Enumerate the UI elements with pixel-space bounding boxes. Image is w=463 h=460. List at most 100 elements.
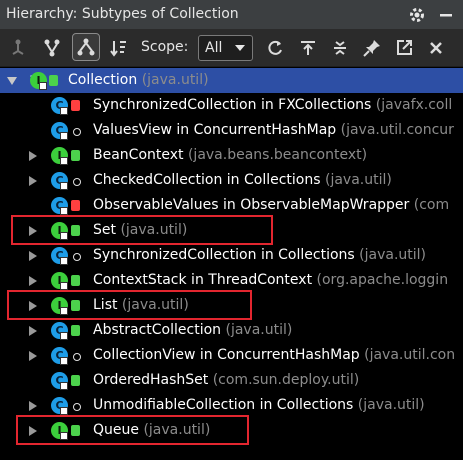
tree-row[interactable]: I List (java.util)	[0, 293, 463, 318]
package-private-icon	[73, 253, 81, 261]
package-name: (org.apache.loggin	[312, 272, 449, 288]
package-name: (com.sun.deploy.util)	[208, 372, 360, 388]
type-name: List	[93, 297, 118, 313]
class-icon: C	[51, 97, 68, 115]
tree-row-label: AbstractCollection (java.util)	[93, 318, 292, 343]
public-lock-icon	[49, 75, 58, 86]
package-name: (java.util.con	[359, 347, 456, 363]
type-name: CheckedCollection in Collections	[93, 172, 321, 188]
public-lock-icon	[71, 225, 80, 236]
package-name: (java.util)	[353, 397, 425, 413]
package-name: (javafx.coll	[371, 97, 453, 113]
public-lock-icon	[71, 150, 80, 161]
tree-row[interactable]: C SynchronizedCollection in FXCollections…	[0, 93, 463, 118]
private-lock-icon	[71, 100, 80, 111]
export-icon[interactable]	[298, 38, 318, 58]
sort-icon[interactable]	[109, 38, 129, 58]
type-name: BeanContext	[93, 147, 184, 163]
class-icon: C	[51, 397, 68, 415]
hierarchy-tree: *ICollection (java.util) C SynchronizedCol…	[0, 68, 463, 460]
public-lock-icon	[71, 325, 80, 336]
package-private-icon	[73, 178, 81, 186]
tree-row-label: CollectionView in ConcurrentHashMap (jav…	[93, 343, 455, 368]
scope-dropdown[interactable]: All	[198, 35, 253, 61]
collapsed-arrow-icon[interactable]	[29, 151, 37, 161]
class-icon: C	[51, 122, 68, 140]
interface-icon: I	[51, 272, 68, 290]
class-icon: C	[51, 247, 68, 265]
scope-value: All	[205, 40, 223, 56]
supertypes-icon[interactable]	[8, 38, 28, 58]
public-lock-icon	[71, 425, 80, 436]
collapsed-arrow-icon[interactable]	[29, 426, 37, 436]
package-private-icon	[73, 128, 81, 136]
tree-row[interactable]: C OrderedHashSet (com.sun.deploy.util)	[0, 368, 463, 393]
gear-icon[interactable]	[407, 5, 427, 25]
package-name: (java.util)	[137, 72, 209, 88]
type-name: ContextStack in ThreadContext	[93, 272, 313, 288]
hierarchy-toolbar: Scope: All	[0, 29, 463, 67]
type-name: SynchronizedCollection in FXCollections	[93, 97, 372, 113]
type-name: UnmodifiableCollection in Collections	[93, 397, 354, 413]
type-name: Set	[93, 222, 116, 238]
tree-row[interactable]: C UnmodifiableCollection in Collections (…	[0, 393, 463, 418]
class-icon: C	[51, 347, 68, 365]
tree-row[interactable]: C CheckedCollection in Collections (java.…	[0, 168, 463, 193]
tree-row-label: ObservableValues in ObservableMapWrapper…	[93, 193, 449, 218]
type-name: Collection	[68, 72, 138, 88]
public-lock-icon	[71, 275, 80, 286]
type-name: Queue	[93, 422, 139, 438]
tree-row[interactable]: I BeanContext (java.beans.beancontext)	[0, 143, 463, 168]
interface-icon: I	[51, 422, 68, 440]
tree-row[interactable]: I ContextStack in ThreadContext (org.apac…	[0, 268, 463, 293]
package-name: (java.util)	[139, 422, 211, 438]
collapsed-arrow-icon[interactable]	[29, 226, 37, 236]
tree-row[interactable]: C AbstractCollection (java.util)	[0, 318, 463, 343]
class-icon: C	[51, 172, 68, 190]
package-name: (java.util)	[221, 322, 293, 338]
expanded-arrow-icon[interactable]	[7, 77, 17, 85]
tree-row-label: Set (java.util)	[93, 218, 187, 243]
class-icon: C	[51, 372, 68, 390]
tree-row-label: SynchronizedCollection in FXCollections …	[93, 93, 452, 118]
hierarchy-title-bar: Hierarchy: Subtypes of Collection	[0, 0, 463, 29]
package-name: (java.util)	[117, 297, 189, 313]
collapsed-arrow-icon[interactable]	[29, 326, 37, 336]
type-name: ValuesView in ConcurrentHashMap	[93, 122, 337, 138]
close-icon[interactable]	[426, 38, 446, 58]
package-private-icon	[73, 403, 81, 411]
type-name: SynchronizedCollection in Collections	[93, 247, 355, 263]
tree-row[interactable]: C ValuesView in ConcurrentHashMap (java.u…	[0, 118, 463, 143]
class-icon: C	[51, 197, 68, 215]
type-name: OrderedHashSet	[93, 372, 209, 388]
tree-row[interactable]: C ObservableValues in ObservableMapWrappe…	[0, 193, 463, 218]
tree-row-label: SynchronizedCollection in Collections (j…	[93, 243, 426, 268]
package-name: (java.util)	[354, 247, 427, 263]
tree-row[interactable]: C SynchronizedCollection in Collections (…	[0, 243, 463, 268]
collapsed-arrow-icon[interactable]	[29, 251, 37, 261]
collapsed-arrow-icon[interactable]	[29, 301, 37, 311]
expand-all-icon[interactable]	[330, 38, 350, 58]
open-in-editor-icon[interactable]	[394, 38, 414, 58]
pin-icon[interactable]	[362, 38, 382, 58]
collapsed-arrow-icon[interactable]	[29, 176, 37, 186]
tree-row[interactable]: C CollectionView in ConcurrentHashMap (ja…	[0, 343, 463, 368]
package-private-icon	[73, 353, 81, 361]
minimize-icon[interactable]	[436, 5, 456, 25]
tree-row-label: OrderedHashSet (com.sun.deploy.util)	[93, 368, 359, 393]
window-title: Hierarchy: Subtypes of Collection	[6, 6, 239, 22]
collapsed-arrow-icon[interactable]	[29, 276, 37, 286]
tree-row[interactable]: I Set (java.util)	[0, 218, 463, 243]
scope-label: Scope:	[141, 39, 189, 55]
type-name: AbstractCollection	[93, 322, 222, 338]
package-name: (com	[409, 197, 450, 213]
tree-row[interactable]: *ICollection (java.util)	[0, 68, 463, 93]
tree-row[interactable]: I Queue (java.util)	[0, 418, 463, 443]
refresh-icon[interactable]	[265, 38, 285, 58]
class-hierarchy-icon[interactable]	[72, 33, 100, 61]
subtypes-icon[interactable]	[42, 38, 62, 58]
package-name: (java.util.concur	[336, 122, 454, 138]
interface-icon: I	[51, 297, 68, 315]
collapsed-arrow-icon[interactable]	[29, 401, 37, 411]
collapsed-arrow-icon[interactable]	[29, 351, 37, 361]
